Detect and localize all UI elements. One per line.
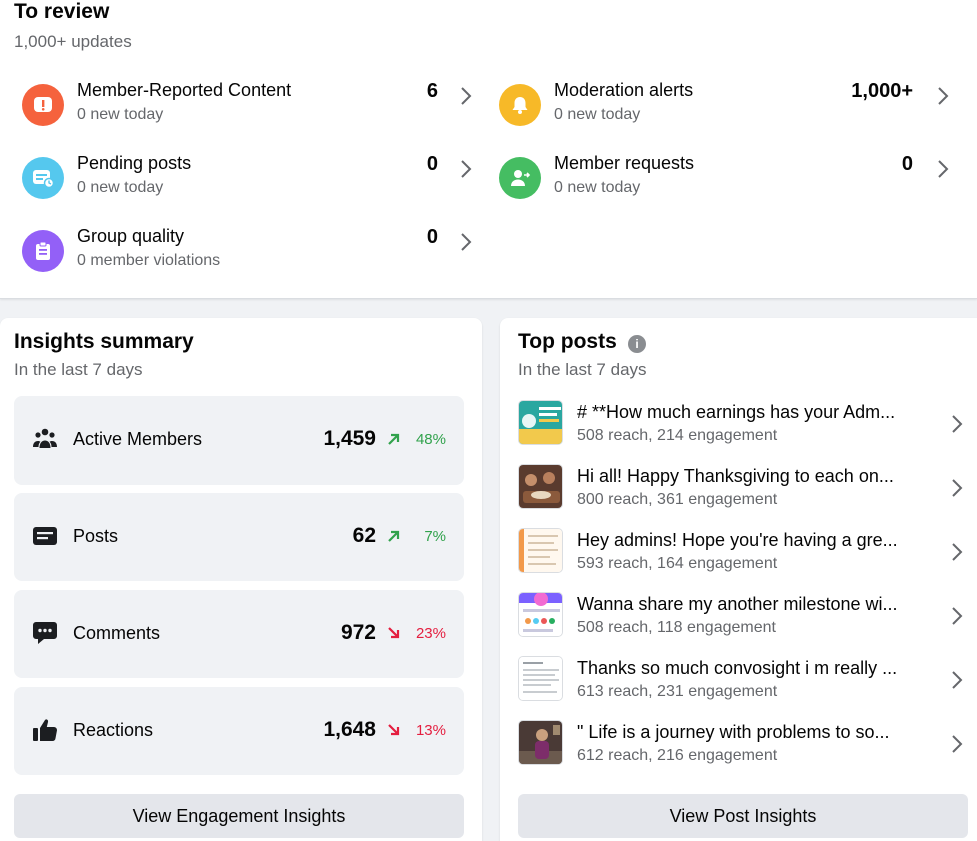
review-item-label: Moderation alerts (554, 80, 694, 100)
stat-active-members[interactable]: Active Members 1,459 48% (14, 396, 464, 485)
post-title: # **How much earnings has your Adm... (577, 402, 896, 422)
post-title: Wanna share my another milestone wi... (577, 594, 898, 614)
review-item-member-reported-content[interactable]: Member-Reported Content 0 new today 6 (22, 80, 482, 136)
review-item-count: 1,000+ (851, 80, 913, 102)
to-review-title: To review (14, 0, 110, 23)
stat-reactions[interactable]: Reactions 1,648 13% (14, 687, 464, 775)
chevron-right-icon (938, 160, 949, 178)
stat-label: Reactions (73, 720, 154, 740)
stat-label: Posts (73, 526, 119, 546)
top-post-item[interactable]: Hey admins! Hope you're having a gre... … (518, 528, 968, 584)
stat-label: Comments (73, 623, 161, 643)
clipboard-icon (22, 230, 64, 272)
chevron-right-icon (461, 233, 472, 251)
top-post-item[interactable]: Hi all! Happy Thanksgiving to each on...… (518, 464, 968, 520)
post-meta: 613 reach, 231 engagement (577, 683, 778, 700)
post-meta: 593 reach, 164 engagement (577, 555, 778, 572)
review-item-pending-posts[interactable]: Pending posts 0 new today 0 (22, 153, 482, 209)
chevron-right-icon (952, 543, 963, 561)
top-posts-subtitle: In the last 7 days (518, 360, 647, 379)
chevron-right-icon (952, 735, 963, 753)
post-meta: 800 reach, 361 engagement (577, 491, 778, 508)
stat-value: 972 (340, 621, 376, 644)
to-review-subtitle: 1,000+ updates (14, 32, 132, 51)
review-item-label: Member requests (554, 153, 695, 173)
people-icon (33, 428, 57, 448)
info-icon[interactable]: i (628, 335, 646, 353)
insights-subtitle: In the last 7 days (14, 360, 143, 379)
post-title: Hey admins! Hope you're having a gre... (577, 530, 898, 550)
stat-change: 48% (415, 431, 446, 448)
review-item-label: Group quality (77, 226, 185, 246)
alert-icon (22, 84, 64, 126)
stat-posts[interactable]: Posts 62 7% (14, 493, 464, 581)
chevron-right-icon (952, 607, 963, 625)
post-meta: 612 reach, 216 engagement (577, 747, 778, 764)
post-title: Thanks so much convosight i m really ... (577, 658, 898, 678)
post-title: Hi all! Happy Thanksgiving to each on... (577, 466, 894, 486)
top-posts-card: Top posts i In the last 7 days # **How m… (500, 318, 977, 841)
chevron-right-icon (952, 671, 963, 689)
review-item-meta: 0 member violations (77, 252, 221, 269)
stat-label: Active Members (73, 429, 203, 449)
stat-value: 1,459 (323, 427, 376, 450)
view-engagement-insights-button[interactable]: View Engagement Insights (14, 794, 464, 838)
review-item-label: Member-Reported Content (77, 80, 292, 100)
review-item-meta: 0 new today (554, 106, 641, 123)
review-item-count: 0 (426, 153, 438, 175)
stat-change: 7% (424, 528, 446, 545)
chevron-right-icon (952, 479, 963, 497)
to-review-card: To review 1,000+ updates Member-Reported… (0, 0, 977, 299)
arrow-up-right-icon (388, 530, 400, 542)
bell-icon (499, 84, 541, 126)
thumbs-up-icon (33, 719, 58, 741)
review-item-count: 0 (426, 226, 438, 248)
arrow-up-right-icon (388, 433, 400, 445)
post-meta: 508 reach, 214 engagement (577, 427, 778, 444)
top-post-item[interactable]: " Life is a journey with problems to so.… (518, 720, 968, 776)
post-meta: 508 reach, 118 engagement (577, 619, 776, 636)
chevron-right-icon (461, 87, 472, 105)
chevron-right-icon (952, 415, 963, 433)
top-post-item[interactable]: Thanks so much convosight i m really ...… (518, 656, 968, 712)
chevron-right-icon (461, 160, 472, 178)
comment-icon (33, 622, 57, 644)
stat-value: 62 (352, 524, 376, 547)
post-icon (33, 527, 57, 545)
review-item-count: 6 (426, 80, 438, 102)
view-post-insights-button[interactable]: View Post Insights (518, 794, 968, 838)
review-item-group-quality[interactable]: Group quality 0 member violations 0 (22, 226, 482, 282)
review-item-label: Pending posts (77, 153, 192, 173)
review-item-meta: 0 new today (77, 179, 164, 196)
stat-change: 13% (415, 722, 446, 739)
insights-summary-card: Insights summary In the last 7 days Acti… (0, 318, 482, 841)
top-posts-title: Top posts (518, 330, 617, 353)
post-thumbnail (518, 528, 563, 573)
pending-post-icon (22, 157, 64, 199)
insights-title: Insights summary (14, 330, 194, 353)
member-request-icon (499, 157, 541, 199)
review-item-member-requests[interactable]: Member requests 0 new today 0 (499, 153, 959, 209)
chevron-right-icon (938, 87, 949, 105)
post-title: " Life is a journey with problems to so.… (577, 722, 890, 742)
review-item-moderation-alerts[interactable]: Moderation alerts 0 new today 1,000+ (499, 80, 959, 136)
review-item-meta: 0 new today (77, 106, 164, 123)
review-item-meta: 0 new today (554, 179, 641, 196)
post-thumbnail (518, 720, 563, 765)
arrow-down-right-icon (388, 627, 400, 639)
stat-change: 23% (415, 625, 446, 642)
top-post-item[interactable]: Wanna share my another milestone wi... 5… (518, 592, 968, 648)
top-post-item[interactable]: # **How much earnings has your Adm... 50… (518, 400, 968, 456)
post-thumbnail (518, 656, 563, 701)
post-thumbnail (518, 464, 563, 509)
stat-value: 1,648 (323, 718, 376, 741)
post-thumbnail (518, 592, 563, 637)
review-item-count: 0 (901, 153, 913, 175)
stat-comments[interactable]: Comments 972 23% (14, 590, 464, 678)
arrow-down-right-icon (388, 724, 400, 736)
post-thumbnail (518, 400, 563, 445)
